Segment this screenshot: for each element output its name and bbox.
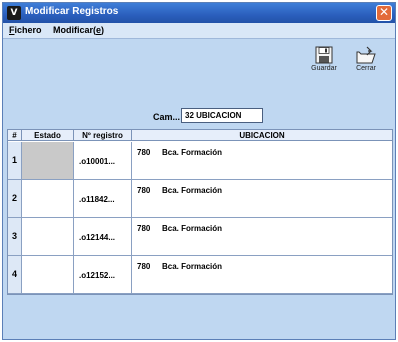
registro-value: .o12144... [79, 233, 116, 242]
registro-cell[interactable]: .o12144... [74, 218, 132, 255]
modificar-registros-window: V Modificar Registros ✕ Fichero Modifica… [2, 2, 396, 340]
estado-cell[interactable] [22, 256, 74, 293]
campo-select[interactable]: 32 UBICACION [181, 108, 263, 123]
records-grid: # Estado Nº registro UBICACION 1 .o10001… [7, 129, 393, 295]
ubicacion-code: 780 [137, 224, 151, 233]
cerrar-button[interactable]: Cerrar [349, 46, 383, 82]
registro-cell[interactable]: .o10001... [74, 142, 132, 179]
toolbar: Guardar Cerrar [3, 40, 395, 102]
ubicacion-desc: Bca. Formación [162, 262, 223, 271]
ubicacion-desc: Bca. Formación [162, 224, 223, 233]
floppy-disk-icon [315, 46, 333, 64]
ubicacion-desc: Bca. Formación [162, 186, 223, 195]
header-registro[interactable]: Nº registro [74, 130, 132, 141]
ubicacion-cell[interactable]: 780 Bca. Formación [132, 256, 392, 293]
menu-bar: Fichero Modificar(e) [3, 23, 395, 39]
registro-value: .o10001... [79, 157, 116, 166]
row-number[interactable]: 3 [8, 218, 22, 255]
guardar-label: Guardar [311, 65, 337, 72]
row-number[interactable]: 1 [8, 142, 22, 179]
estado-cell[interactable] [22, 218, 74, 255]
registro-cell[interactable]: .o11842... [74, 180, 132, 217]
estado-cell[interactable] [22, 142, 74, 179]
grid-empty-area [7, 297, 393, 337]
row-number[interactable]: 2 [8, 180, 22, 217]
header-ubicacion[interactable]: UBICACION [132, 130, 392, 141]
ubicacion-code: 780 [137, 262, 151, 271]
grid-header: # Estado Nº registro UBICACION [8, 130, 392, 141]
registro-cell[interactable]: .o12152... [74, 256, 132, 293]
registro-value: .o11842... [79, 195, 115, 204]
ubicacion-desc: Bca. Formación [162, 148, 223, 157]
folder-close-icon [356, 46, 376, 64]
ubicacion-cell[interactable]: 780 Bca. Formación [132, 180, 392, 217]
menu-modificar[interactable]: Modificar(e) [53, 25, 104, 35]
table-row[interactable]: 4 .o12152... 780 Bca. Formación [8, 256, 392, 294]
ubicacion-code: 780 [137, 186, 151, 195]
campo-label: Cam... [153, 112, 181, 122]
header-rownum[interactable]: # [8, 130, 22, 141]
menu-fichero[interactable]: Fichero [9, 25, 42, 35]
app-icon: V [7, 6, 21, 20]
table-row[interactable]: 1 .o10001... 780 Bca. Formación [8, 142, 392, 180]
ubicacion-code: 780 [137, 148, 151, 157]
menu-fichero-label: ichero [14, 25, 42, 35]
table-row[interactable]: 3 .o12144... 780 Bca. Formación [8, 218, 392, 256]
window-title: Modificar Registros [25, 6, 119, 17]
header-estado[interactable]: Estado [22, 130, 74, 141]
table-row[interactable]: 2 .o11842... 780 Bca. Formación [8, 180, 392, 218]
estado-cell[interactable] [22, 180, 74, 217]
ubicacion-cell[interactable]: 780 Bca. Formación [132, 142, 392, 179]
guardar-button[interactable]: Guardar [307, 46, 341, 82]
title-bar[interactable]: V Modificar Registros ✕ [3, 3, 395, 23]
menu-modificar-label: Modificar( [53, 25, 97, 35]
close-button[interactable]: ✕ [376, 5, 392, 21]
row-number[interactable]: 4 [8, 256, 22, 293]
ubicacion-cell[interactable]: 780 Bca. Formación [132, 218, 392, 255]
menu-modificar-close: ) [101, 25, 105, 35]
registro-value: .o12152... [79, 271, 116, 280]
cerrar-label: Cerrar [356, 65, 376, 72]
